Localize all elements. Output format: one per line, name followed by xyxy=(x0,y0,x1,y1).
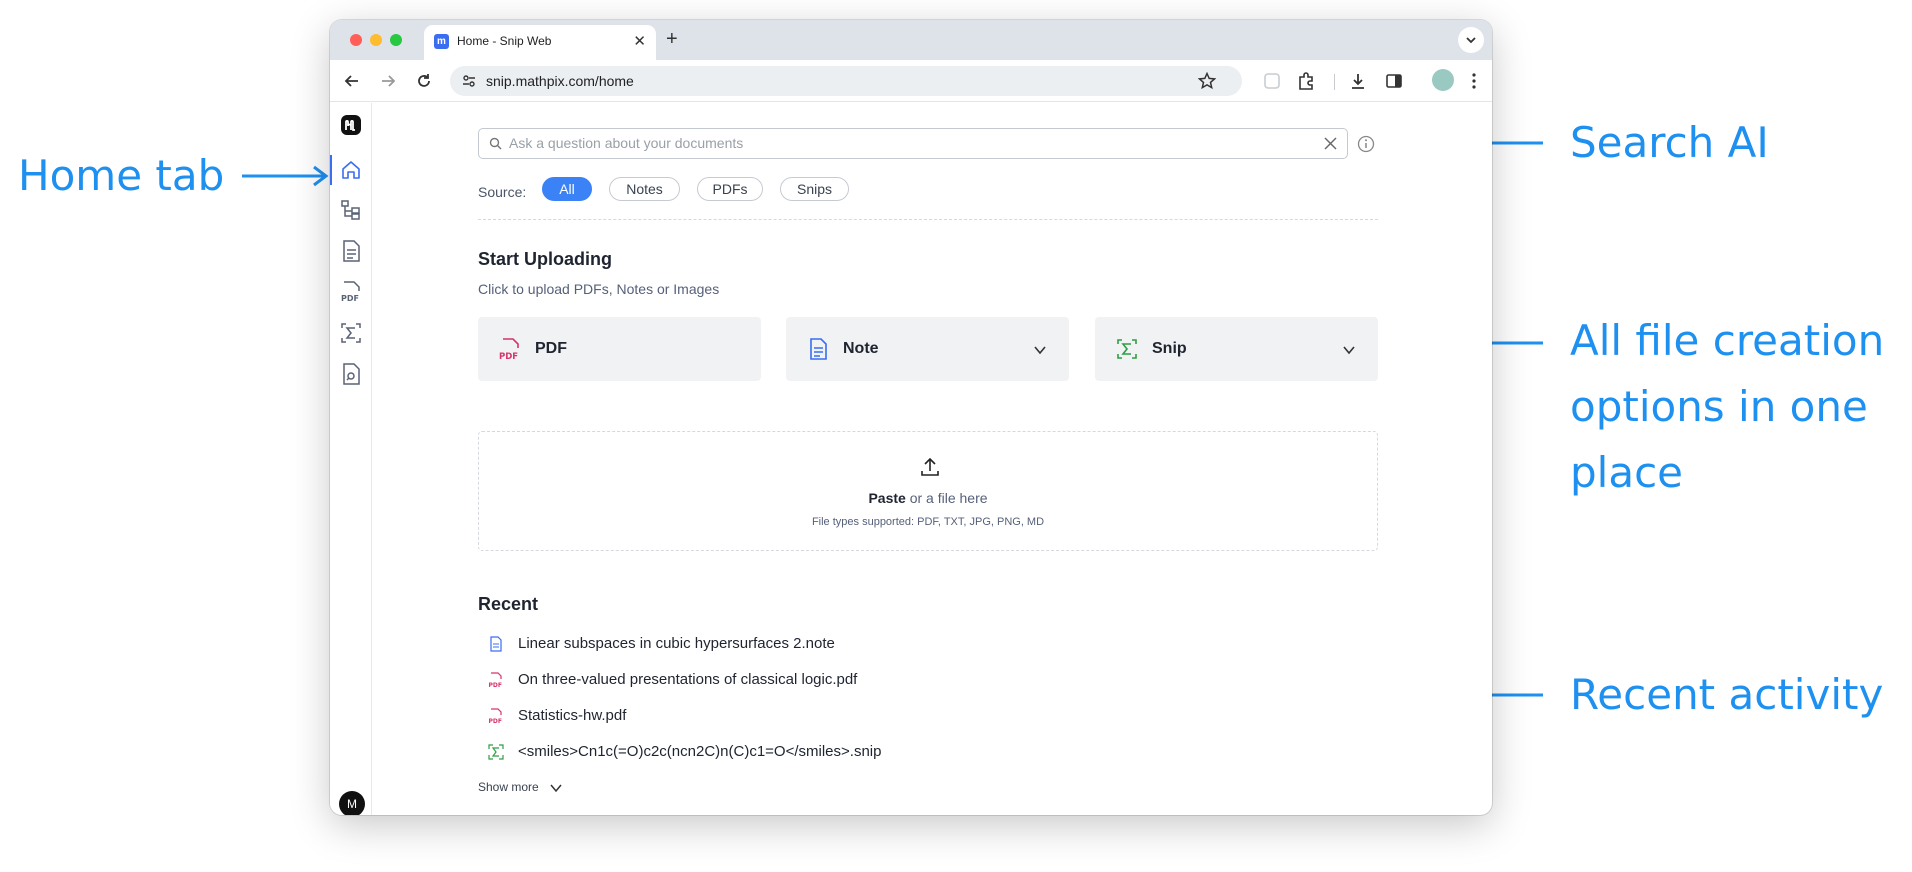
sidebar: PDF M xyxy=(330,103,372,815)
back-arrow-icon[interactable] xyxy=(342,71,362,91)
bookmark-star-icon[interactable] xyxy=(1198,72,1216,90)
start-uploading-heading: Start Uploading xyxy=(478,249,612,269)
create-pdf-label: PDF xyxy=(535,340,567,357)
recent-item-label: <smiles>Cn1c(=O)c2c(ncn2C)n(C)c1=O</smil… xyxy=(518,743,882,760)
callout-home-tab: Home tab xyxy=(18,151,225,200)
search-input[interactable] xyxy=(509,135,1309,151)
svg-text:PDF: PDF xyxy=(341,294,359,303)
source-filter-label: Source: xyxy=(478,184,527,200)
address-bar[interactable]: snip.mathpix.com/home xyxy=(450,66,1242,96)
folder-tree-icon[interactable] xyxy=(339,198,363,222)
zoom-window-button[interactable] xyxy=(390,34,402,46)
new-tab-button[interactable]: + xyxy=(666,28,678,51)
browser-tab-home[interactable]: m Home - Snip Web ✕ xyxy=(424,25,656,60)
start-uploading-subtitle: Click to upload PDFs, Notes or Images xyxy=(478,281,720,297)
site-settings-icon[interactable] xyxy=(462,74,476,88)
create-note-card[interactable]: Note xyxy=(786,317,1069,381)
callout-file-creation-line-2: options in one xyxy=(1570,382,1868,431)
document-search-icon[interactable] xyxy=(339,362,363,386)
supported-file-types: File types supported: PDF, TXT, JPG, PNG… xyxy=(811,516,1045,528)
forward-arrow-icon[interactable] xyxy=(378,71,398,91)
close-window-button[interactable] xyxy=(350,34,362,46)
source-chip-pdfs[interactable]: PDFs xyxy=(697,177,763,201)
create-snip-label: Snip xyxy=(1152,340,1187,357)
side-panel-icon[interactable] xyxy=(1384,71,1404,91)
info-icon[interactable] xyxy=(1357,135,1375,153)
recent-item-label: On three-valued presentations of classic… xyxy=(518,671,858,688)
chevron-down-icon[interactable] xyxy=(1342,343,1356,357)
sidebar-active-indicator xyxy=(330,155,332,185)
chevron-down-icon xyxy=(1466,37,1476,44)
drop-zone-instruction: Paste or a file here xyxy=(479,490,1377,506)
search-icon xyxy=(489,137,502,150)
callout-recent-activity: Recent activity xyxy=(1570,670,1884,719)
note-icon xyxy=(810,338,827,360)
upload-icon xyxy=(921,457,939,476)
tab-search-button[interactable] xyxy=(1458,27,1484,53)
mathpix-logo-icon[interactable] xyxy=(339,113,363,137)
tab-strip: m Home - Snip Web ✕ + xyxy=(330,20,1492,60)
pdf-icon: PDF xyxy=(489,672,502,688)
create-note-label: Note xyxy=(843,340,879,357)
recent-item-label: Linear subspaces in cubic hypersurfaces … xyxy=(518,635,835,652)
chevron-down-icon[interactable] xyxy=(550,782,562,794)
arrow-home-tab xyxy=(242,165,329,187)
browser-window: m Home - Snip Web ✕ + snip.mathpix.com/h… xyxy=(330,20,1492,815)
section-divider xyxy=(478,219,1378,220)
reload-icon[interactable] xyxy=(414,71,434,91)
source-chip-notes[interactable]: Notes xyxy=(609,177,680,201)
drop-zone-text: or a file here xyxy=(905,490,988,506)
snip-icon xyxy=(1117,339,1137,359)
note-icon xyxy=(490,636,502,652)
source-chip-all[interactable]: All xyxy=(542,177,592,201)
note-icon[interactable] xyxy=(339,239,363,263)
ask-ai-search-box[interactable] xyxy=(478,128,1348,159)
clear-search-icon[interactable] xyxy=(1324,137,1337,150)
show-more-button[interactable]: Show more xyxy=(478,780,539,794)
create-snip-card[interactable]: Snip xyxy=(1095,317,1378,381)
home-icon[interactable] xyxy=(339,158,363,182)
create-pdf-card[interactable]: PDF PDF xyxy=(478,317,761,381)
browser-tab-title: Home - Snip Web xyxy=(457,34,552,48)
file-drop-zone[interactable]: Paste or a file here File types supporte… xyxy=(478,431,1378,551)
user-avatar[interactable]: M xyxy=(339,791,365,815)
pdf-icon: PDF xyxy=(489,708,502,724)
svg-text:PDF: PDF xyxy=(499,352,518,361)
snip-icon xyxy=(488,744,504,760)
svg-text:PDF: PDF xyxy=(489,718,502,724)
browser-toolbar: snip.mathpix.com/home xyxy=(330,60,1492,102)
browser-menu-icon[interactable] xyxy=(1464,71,1484,91)
pdf-icon: PDF xyxy=(499,338,519,361)
svg-text:PDF: PDF xyxy=(489,682,502,688)
recent-heading: Recent xyxy=(478,594,539,614)
profile-avatar-icon[interactable] xyxy=(1432,69,1454,91)
source-chip-snips[interactable]: Snips xyxy=(780,177,849,201)
chevron-down-icon[interactable] xyxy=(1033,343,1047,357)
callout-search-ai: Search AI xyxy=(1570,118,1769,167)
callout-file-creation-line-1: All file creation xyxy=(1570,316,1885,365)
url-text: snip.mathpix.com/home xyxy=(486,73,634,89)
minimize-window-button[interactable] xyxy=(370,34,382,46)
snip-icon[interactable] xyxy=(339,321,363,345)
mathpix-favicon-icon: m xyxy=(434,34,449,49)
recent-item-label: Statistics-hw.pdf xyxy=(518,707,627,724)
toolbar-divider xyxy=(1334,74,1335,90)
download-icon[interactable] xyxy=(1348,71,1368,91)
mathpix-extension-icon[interactable] xyxy=(1262,71,1282,91)
paste-label: Paste xyxy=(868,490,906,506)
pdf-icon[interactable]: PDF xyxy=(339,280,363,304)
close-tab-icon[interactable]: ✕ xyxy=(633,32,646,50)
extensions-puzzle-icon[interactable] xyxy=(1296,71,1316,91)
callout-file-creation-line-3: place xyxy=(1570,448,1683,497)
